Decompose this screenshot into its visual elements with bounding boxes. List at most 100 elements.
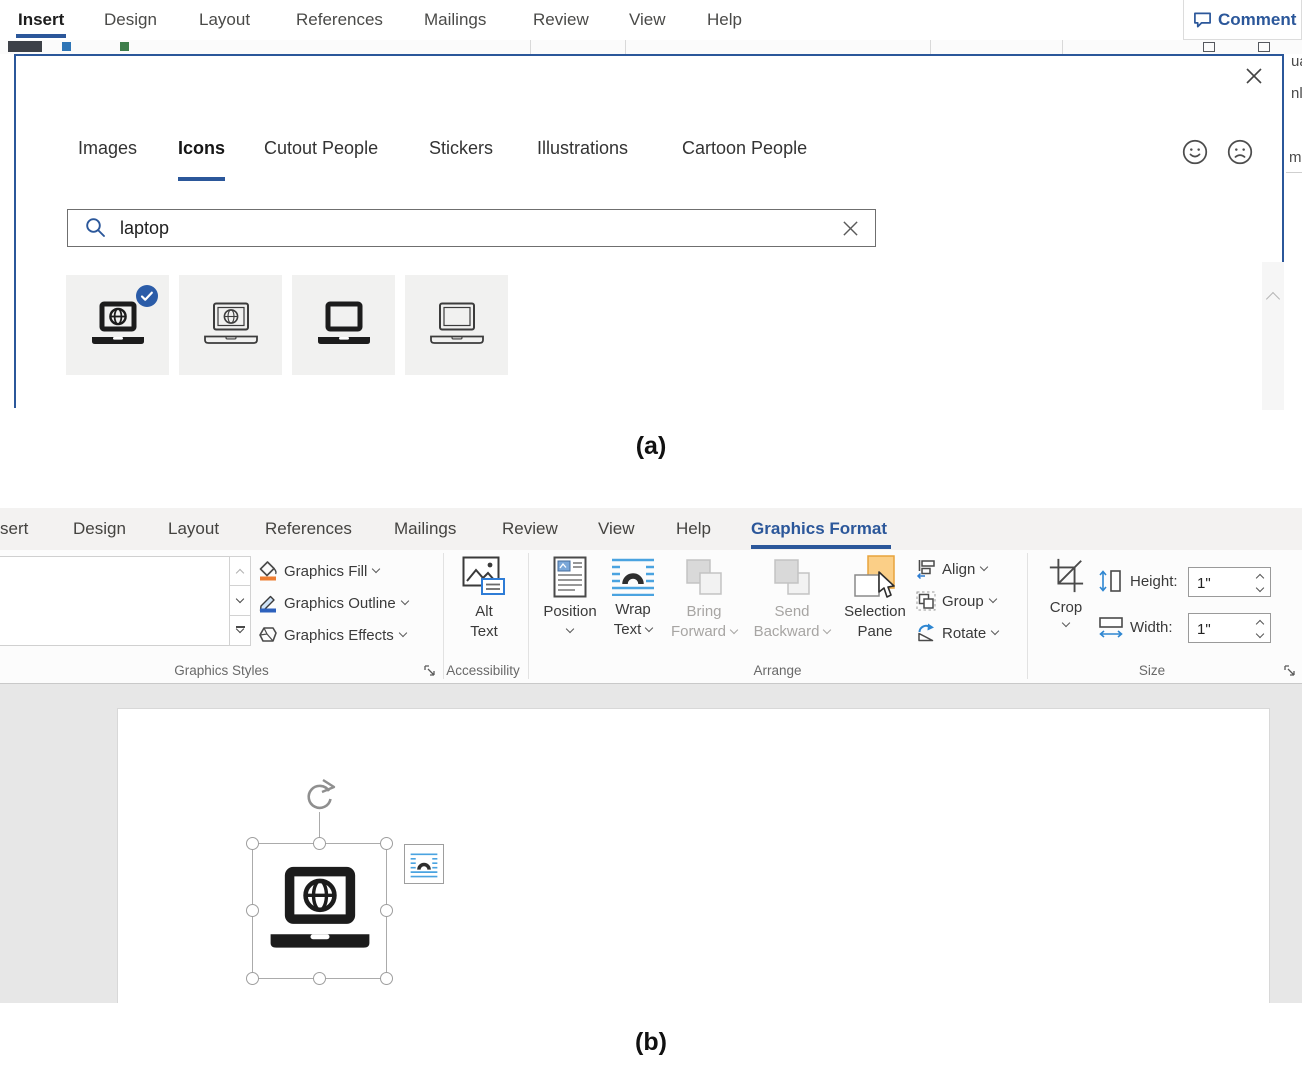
- active-tab-underline: [751, 545, 891, 549]
- dialog-tab-icons[interactable]: Icons: [178, 138, 225, 159]
- tab-layout[interactable]: Layout: [199, 10, 250, 30]
- selected-laptop-graphic[interactable]: [259, 864, 381, 959]
- alt-text-label-line2: Text: [470, 622, 498, 642]
- tab-layout[interactable]: Layout: [168, 519, 219, 539]
- selection-handle[interactable]: [246, 972, 259, 985]
- bring-forward-button: Bring Forward: [666, 556, 742, 642]
- tab-insert[interactable]: Insert: [18, 10, 64, 30]
- align-icon: [916, 559, 936, 579]
- selection-pane-icon: [852, 554, 898, 600]
- selection-handle[interactable]: [380, 904, 393, 917]
- icon-result-laptop-solid[interactable]: [292, 275, 395, 375]
- alt-text-label-line1: Alt: [475, 602, 493, 622]
- dialog-tab-stickers[interactable]: Stickers: [429, 138, 493, 159]
- height-decrease[interactable]: [1256, 584, 1264, 592]
- group-label: Group: [942, 593, 984, 610]
- gallery-up-button[interactable]: [229, 556, 251, 586]
- tab-mailings[interactable]: Mailings: [424, 10, 486, 30]
- tab-design[interactable]: Design: [73, 519, 126, 539]
- height-increase[interactable]: [1256, 574, 1264, 582]
- rotate-button[interactable]: Rotate: [916, 620, 998, 646]
- icon-result-laptop-globe-outline[interactable]: [179, 275, 282, 375]
- clipped-text-fragment: ua: [1291, 53, 1302, 70]
- selection-handle[interactable]: [246, 837, 259, 850]
- tab-mailings[interactable]: Mailings: [394, 519, 456, 539]
- comment-label: Comment: [1218, 10, 1296, 30]
- smiley-face-icon[interactable]: [1182, 139, 1208, 165]
- dialog-tab-illustrations[interactable]: Illustrations: [537, 138, 628, 159]
- tab-review[interactable]: Review: [502, 519, 558, 539]
- graphics-fill-button[interactable]: Graphics Fill: [258, 558, 379, 584]
- search-input[interactable]: [118, 217, 722, 240]
- crop-icon: [1047, 556, 1085, 594]
- group-label-size: Size: [1027, 663, 1277, 678]
- width-increase[interactable]: [1256, 620, 1264, 628]
- alt-text-button[interactable]: Alt Text: [452, 556, 516, 642]
- dialog-tab-images[interactable]: Images: [78, 138, 137, 159]
- tab-help[interactable]: Help: [707, 10, 742, 30]
- selection-handle[interactable]: [313, 837, 326, 850]
- selected-check-badge: [136, 285, 158, 307]
- selection-handle[interactable]: [380, 837, 393, 850]
- tab-design[interactable]: Design: [104, 10, 157, 30]
- ribbon-tab-bar-b: sert Design Layout References Mailings R…: [0, 508, 1302, 550]
- close-icon[interactable]: [1245, 67, 1263, 85]
- wrap-text-label-line2: Text: [614, 620, 642, 640]
- tab-references[interactable]: References: [296, 10, 383, 30]
- gallery-more-button[interactable]: [229, 616, 251, 646]
- group-button[interactable]: Group: [916, 588, 996, 614]
- selection-handle[interactable]: [380, 972, 393, 985]
- clipped-text-fragment: ml: [1289, 149, 1302, 166]
- clear-search-icon[interactable]: [842, 220, 859, 237]
- tab-references[interactable]: References: [265, 519, 352, 539]
- tab-review[interactable]: Review: [533, 10, 589, 30]
- graphics-styles-dialog-launcher-icon[interactable]: [423, 664, 436, 677]
- size-dialog-launcher-icon[interactable]: [1283, 664, 1296, 677]
- graphics-outline-button[interactable]: Graphics Outline: [258, 590, 408, 616]
- tab-insert-clipped[interactable]: sert: [0, 519, 28, 539]
- selection-pane-label-line2: Pane: [857, 622, 892, 642]
- wrap-text-button[interactable]: Wrap Text: [602, 556, 664, 640]
- align-button[interactable]: Align: [916, 556, 987, 582]
- width-decrease[interactable]: [1256, 630, 1264, 638]
- tab-view[interactable]: View: [629, 10, 666, 30]
- frowny-face-icon[interactable]: [1227, 139, 1253, 165]
- dialog-scrollbar[interactable]: [1262, 262, 1284, 410]
- laptop-solid-icon: [312, 300, 376, 350]
- selection-handle[interactable]: [313, 972, 326, 985]
- dialog-tab-cartoon-people[interactable]: Cartoon People: [682, 138, 807, 159]
- position-icon: [551, 556, 589, 598]
- tab-graphics-format[interactable]: Graphics Format: [751, 519, 887, 539]
- width-icon: [1098, 615, 1124, 639]
- rotate-handle-icon[interactable]: [300, 778, 338, 812]
- search-icon: [84, 216, 108, 240]
- scroll-up-icon[interactable]: [1266, 292, 1280, 306]
- dialog-tab-cutout-people[interactable]: Cutout People: [264, 138, 378, 159]
- send-backward-button: Send Backward: [748, 556, 836, 642]
- comment-button[interactable]: Comment: [1183, 0, 1302, 40]
- selection-pane-label-line1: Selection: [844, 602, 906, 622]
- crop-button[interactable]: Crop: [1042, 556, 1090, 628]
- icon-result-laptop-globe-solid[interactable]: [66, 275, 169, 375]
- laptop-globe-solid-icon: [86, 300, 150, 350]
- graphics-fill-label: Graphics Fill: [284, 563, 367, 580]
- ribbon-b: Graphics Fill Graphics Outline Graphics …: [0, 550, 1302, 684]
- document-canvas: [0, 684, 1302, 1003]
- tab-help[interactable]: Help: [676, 519, 711, 539]
- graphics-effects-button[interactable]: Graphics Effects: [258, 622, 406, 648]
- position-button[interactable]: Position: [538, 556, 602, 634]
- selection-handle[interactable]: [246, 904, 259, 917]
- selection-pane-button[interactable]: Selection Pane: [841, 554, 909, 642]
- wrap-text-label-line1: Wrap: [615, 600, 651, 620]
- ribbon-tab-bar-a: Insert Design Layout References Mailings…: [0, 0, 1302, 40]
- width-input[interactable]: [1195, 615, 1254, 643]
- tab-view[interactable]: View: [598, 519, 635, 539]
- layout-options-wrap-icon: [410, 851, 438, 878]
- crop-label: Crop: [1050, 598, 1083, 618]
- icon-result-laptop-outline[interactable]: [405, 275, 508, 375]
- figure-root: Insert Design Layout References Mailings…: [0, 0, 1302, 1065]
- caption-b: (b): [0, 1028, 1302, 1057]
- layout-options-button[interactable]: [404, 844, 444, 884]
- gallery-down-button[interactable]: [229, 586, 251, 616]
- height-input[interactable]: [1195, 569, 1254, 597]
